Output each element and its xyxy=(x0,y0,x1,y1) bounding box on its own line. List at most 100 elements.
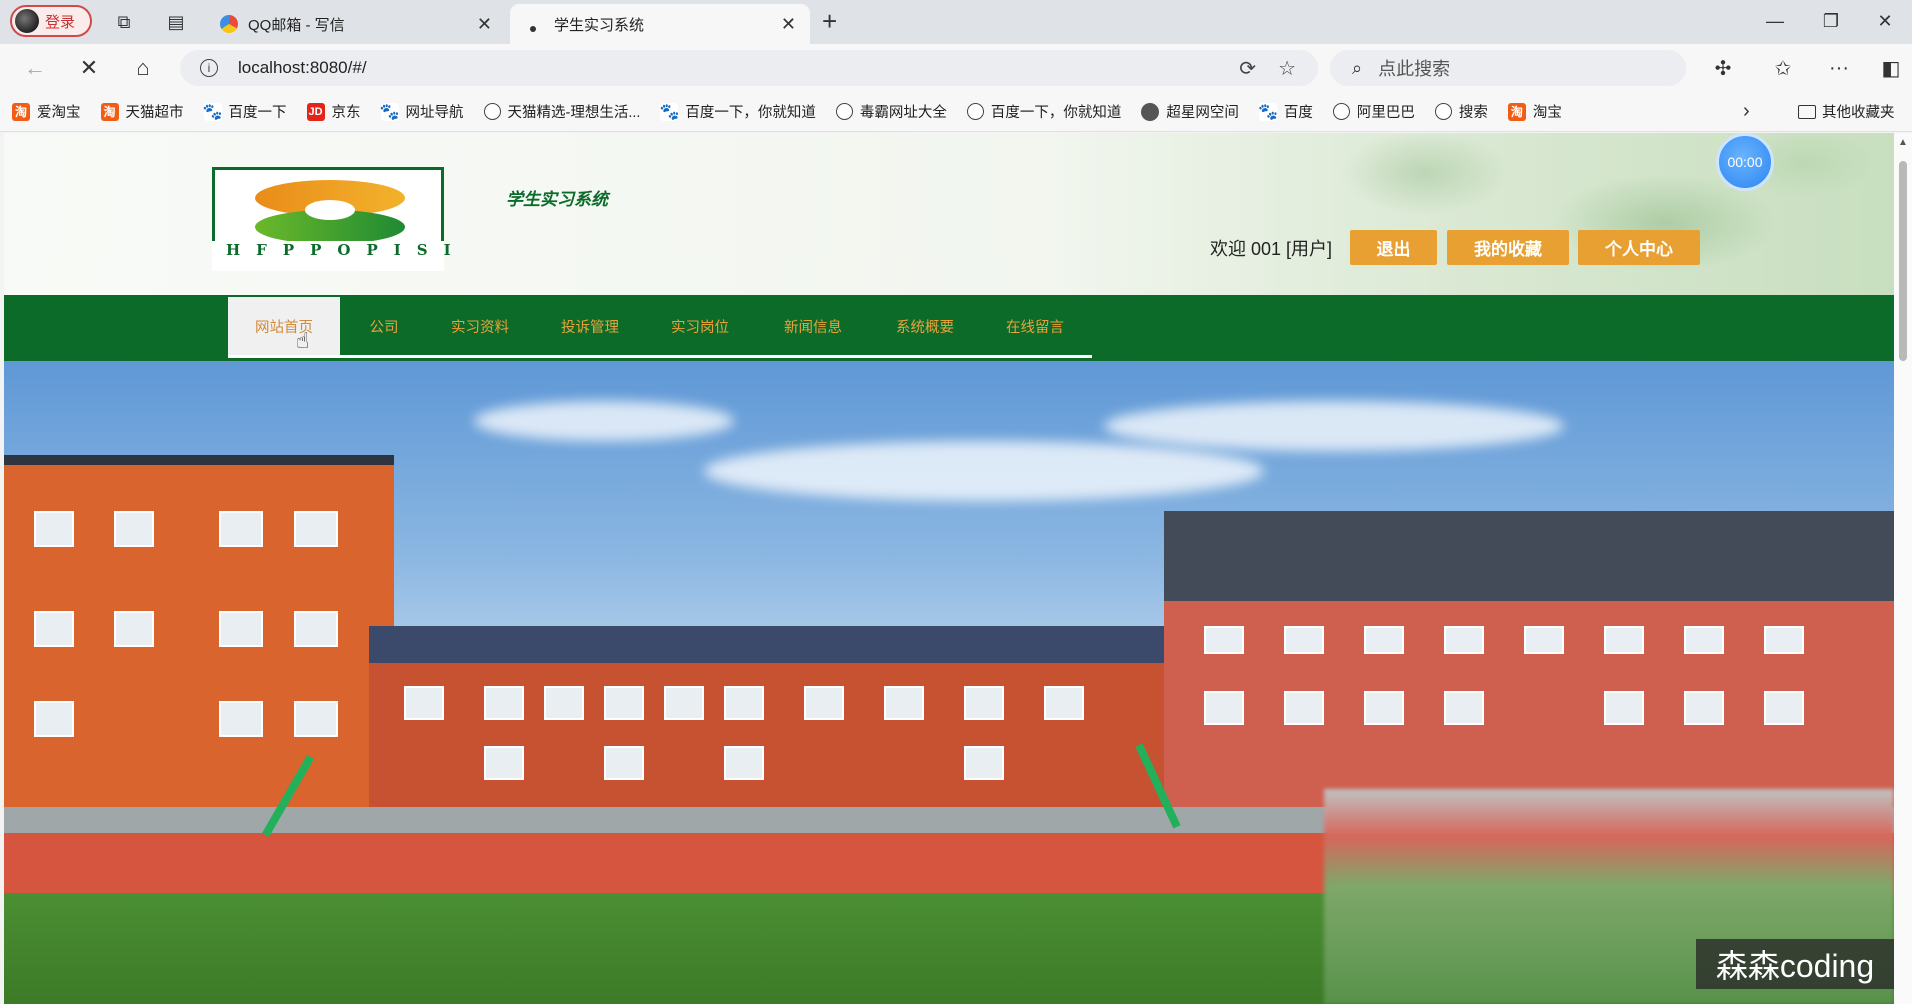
campus-banner-image[interactable]: 森森coding xyxy=(4,361,1894,1004)
extensions-icon[interactable]: ✣ xyxy=(1708,53,1738,83)
translate-icon[interactable]: ⟳ xyxy=(1239,56,1256,81)
window xyxy=(1604,626,1644,654)
nav-underline xyxy=(228,355,1092,358)
favorites-list-icon[interactable]: ✩ xyxy=(1768,53,1798,83)
collections-icon[interactable]: ⧉ xyxy=(110,8,138,36)
nav-internship-materials[interactable]: 实习资料 xyxy=(430,297,530,355)
baidu-paw-icon: 🐾 xyxy=(202,102,223,121)
window xyxy=(114,511,154,547)
bookmark-item[interactable]: 天猫精选-理想生活... xyxy=(483,101,640,122)
window xyxy=(724,686,764,720)
bookmark-item[interactable]: 毒霸网址大全 xyxy=(835,101,947,122)
window xyxy=(604,746,644,780)
bookmark-item[interactable]: 🐾 百度一下，你就知道 xyxy=(659,101,816,122)
search-input[interactable]: ⌕ 点此搜索 xyxy=(1330,50,1686,86)
sidebar-toggle-icon[interactable]: ◧ xyxy=(1876,53,1906,83)
info-icon[interactable]: i xyxy=(200,59,218,77)
window xyxy=(1044,686,1084,720)
timer-badge[interactable]: 00:00 xyxy=(1716,133,1774,191)
bookmark-item[interactable]: 🐾 百度一下 xyxy=(202,101,287,122)
bookmark-item[interactable]: 淘淘宝 xyxy=(1507,101,1562,122)
nav-complaints[interactable]: 投诉管理 xyxy=(540,297,640,355)
welcome-text: 欢迎 001 [用户] xyxy=(1210,239,1333,259)
star-icon xyxy=(1141,102,1160,121)
chrome-favicon-icon xyxy=(220,15,238,33)
globe-icon xyxy=(483,103,501,120)
my-favorites-button[interactable]: 我的收藏 xyxy=(1447,230,1569,265)
window xyxy=(804,686,844,720)
window xyxy=(294,701,338,737)
chevron-right-icon[interactable]: › xyxy=(1743,100,1750,123)
window xyxy=(964,746,1004,780)
bookmark-item[interactable]: 淘爱淘宝 xyxy=(12,101,81,122)
personal-center-button[interactable]: 个人中心 xyxy=(1578,230,1700,265)
tab-internship-system[interactable]: 学生实习系统 ✕ xyxy=(510,4,810,44)
window xyxy=(1364,691,1404,725)
scroll-up-arrow-icon[interactable]: ▲ xyxy=(1898,137,1908,148)
minimize-icon[interactable]: — xyxy=(1752,6,1798,36)
baidu-paw-icon: 🐾 xyxy=(1257,102,1278,121)
logout-button[interactable]: 退出 xyxy=(1350,230,1437,265)
globe-icon xyxy=(1434,103,1452,120)
address-bar[interactable]: i localhost:8080/#/ ⟳ ☆ xyxy=(180,50,1318,86)
nav-online-messages[interactable]: 在线留言 xyxy=(982,297,1088,355)
page-viewport: HFPPOPISI 学生实习系统 欢迎 001 [用户] 退出 我的收藏 个人中… xyxy=(4,133,1894,1004)
bookmark-item[interactable]: 淘天猫超市 xyxy=(100,101,184,122)
profile-label: 登录 xyxy=(45,13,76,31)
page-scrollbar[interactable]: ▲ xyxy=(1894,133,1912,1004)
window xyxy=(1604,691,1644,725)
loading-icon xyxy=(530,26,536,32)
avatar xyxy=(15,9,39,33)
bookmark-item[interactable]: 超星网空间 xyxy=(1141,101,1239,122)
window xyxy=(34,511,74,547)
back-arrow-icon[interactable]: ← xyxy=(20,53,50,83)
window xyxy=(114,611,154,647)
home-icon[interactable]: ⌂ xyxy=(128,53,158,83)
window xyxy=(1444,691,1484,725)
window xyxy=(964,686,1004,720)
more-menu-icon[interactable]: ··· xyxy=(1824,53,1854,83)
url-text[interactable]: localhost:8080/#/ xyxy=(238,58,1239,78)
nav-home[interactable]: 网站首页 xyxy=(228,297,340,355)
stop-loading-icon[interactable]: ✕ xyxy=(74,53,104,83)
window xyxy=(1284,691,1324,725)
tab-actions-icon[interactable]: ▤ xyxy=(162,8,190,36)
window xyxy=(1284,626,1324,654)
profile-button[interactable]: 登录 xyxy=(10,5,92,37)
bookmark-item[interactable]: 阿里巴巴 xyxy=(1332,101,1415,122)
globe-icon xyxy=(835,103,853,120)
folder-icon xyxy=(1798,104,1816,119)
favorite-star-icon[interactable]: ☆ xyxy=(1278,56,1296,81)
close-icon[interactable]: ✕ xyxy=(477,14,492,35)
nav-news[interactable]: 新闻信息 xyxy=(760,297,866,355)
window-close-icon[interactable]: ✕ xyxy=(1862,6,1908,36)
window xyxy=(294,511,338,547)
roof xyxy=(4,455,394,465)
bookmark-item[interactable]: 🐾 网址导航 xyxy=(380,101,464,122)
browser-toolbar: ← ✕ ⌂ i localhost:8080/#/ ⟳ ☆ ⌕ 点此搜索 ✣ ✩… xyxy=(0,44,1912,92)
window xyxy=(404,686,444,720)
baidu-paw-icon: 🐾 xyxy=(659,102,680,121)
restore-icon[interactable]: ❐ xyxy=(1808,6,1854,36)
tab-strip: 登录 ⧉ ▤ QQ邮箱 - 写信 ✕ 学生实习系统 ✕ + — ❐ ✕ xyxy=(0,0,1912,44)
new-tab-plus-icon[interactable]: + xyxy=(822,6,837,37)
bookmark-item[interactable]: 搜索 xyxy=(1434,101,1488,122)
bookmark-item[interactable]: JD 京东 xyxy=(306,101,361,122)
taobao-icon: 淘 xyxy=(100,102,119,121)
nav-internship-positions[interactable]: 实习岗位 xyxy=(650,297,750,355)
window xyxy=(544,686,584,720)
search-icon: ⌕ xyxy=(1352,57,1363,78)
other-bookmarks[interactable]: 其他收藏夹 xyxy=(1798,101,1895,122)
cloud xyxy=(1104,401,1564,451)
bookmark-item[interactable]: 🐾 百度 xyxy=(1257,101,1313,122)
close-icon[interactable]: ✕ xyxy=(781,14,796,35)
nav-company[interactable]: 公司 xyxy=(344,297,424,355)
nav-system-overview[interactable]: 系统概要 xyxy=(872,297,978,355)
scrollbar-thumb[interactable] xyxy=(1899,161,1907,361)
window xyxy=(219,511,263,547)
window xyxy=(1764,626,1804,654)
bookmark-item[interactable]: 百度一下，你就知道 xyxy=(966,101,1121,122)
window xyxy=(484,686,524,720)
logo-text: HFPPOPISI xyxy=(212,241,451,271)
tab-qqmail[interactable]: QQ邮箱 - 写信 ✕ xyxy=(206,4,506,44)
